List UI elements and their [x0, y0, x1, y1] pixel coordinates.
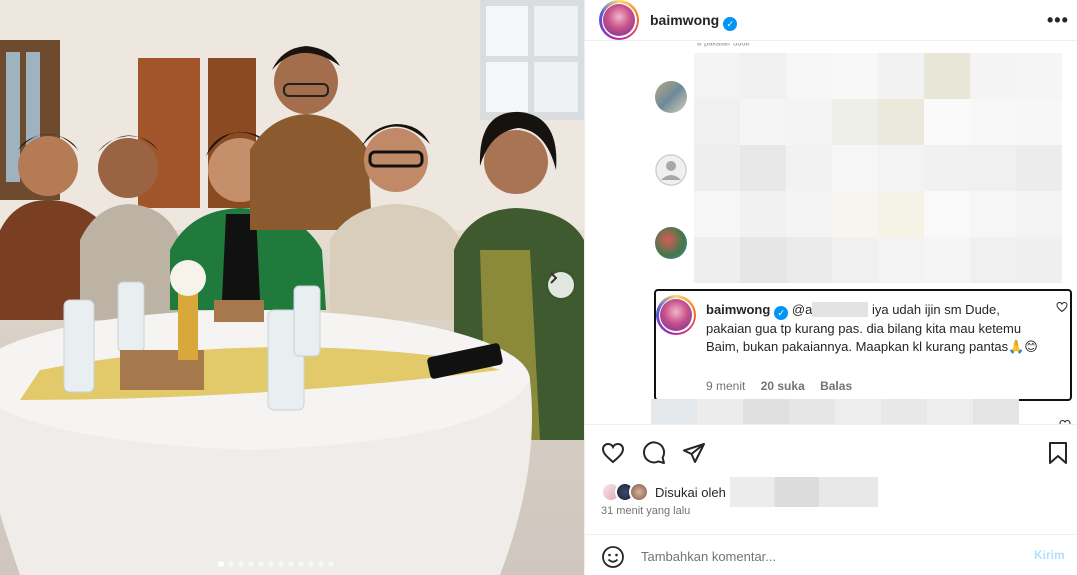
photo-illustration — [0, 0, 584, 575]
post-photo — [0, 0, 584, 575]
carousel-dot — [258, 561, 264, 567]
carousel-dot — [228, 561, 234, 567]
post-time[interactable]: 31 menit yang lalu — [601, 505, 690, 517]
verified-badge-icon: ✓ — [774, 306, 789, 320]
share-icon[interactable] — [682, 441, 706, 465]
highlighted-reply[interactable]: baimwong ✓ @a iya udah ijin sm Dude, paka… — [654, 289, 1072, 401]
reply-time: 9 menit — [706, 379, 746, 393]
commenter-avatar[interactable] — [655, 154, 687, 186]
commenter-avatar[interactable] — [655, 227, 687, 259]
emoji-icon[interactable] — [601, 545, 625, 569]
liked-by-blur — [729, 477, 878, 507]
liked-by-label: Disukai oleh — [655, 484, 726, 500]
liker-avatar[interactable] — [629, 482, 649, 502]
reply-meta: 9 menit 20 suka Balas — [706, 379, 864, 393]
verified-badge-icon: ✓ — [723, 17, 738, 31]
author-avatar[interactable] — [599, 0, 639, 40]
reply-username[interactable]: baimwong — [706, 302, 770, 317]
post-actions: Disukai oleh 31 menit yang lalu — [585, 424, 1077, 534]
reply-author-avatar[interactable] — [656, 295, 696, 335]
mention-blur — [812, 302, 869, 317]
comment-icon[interactable] — [642, 441, 666, 465]
carousel-dot — [218, 561, 224, 567]
commenter-avatar[interactable] — [655, 81, 687, 113]
save-bookmark-icon[interactable] — [1047, 441, 1069, 465]
carousel-dot — [238, 561, 244, 567]
chevron-right-icon — [550, 272, 558, 284]
carousel-dot — [288, 561, 294, 567]
post-header: baimwong ✓ ••• — [585, 0, 1077, 40]
add-comment-bar: Kirim — [585, 534, 1077, 575]
carousel-dot — [318, 561, 324, 567]
cut-off-comment-text: ᵃ ᵖᵃᵏᵃᶦᵃⁿ ᵈᵘᵈᵉ — [697, 43, 750, 50]
reply-button[interactable]: Balas — [820, 379, 852, 393]
post-sidebar: baimwong ✓ ••• ᵃ ᵖᵃᵏᵃᶦᵃⁿ ᵈᵘᵈᵉ baimwong ✓… — [584, 0, 1077, 575]
author-username[interactable]: baimwong ✓ — [650, 12, 738, 31]
reply-mention[interactable]: @a — [792, 302, 812, 317]
reply-body: baimwong ✓ @a iya udah ijin sm Dude, paka… — [706, 301, 1046, 356]
default-user-icon — [655, 154, 687, 186]
carousel-dot — [268, 561, 274, 567]
next-slide-button[interactable] — [548, 272, 574, 298]
post-comment-button[interactable]: Kirim — [1034, 548, 1065, 562]
carousel-indicator — [218, 561, 334, 567]
reply-likes[interactable]: 20 suka — [761, 379, 805, 393]
like-heart-icon[interactable] — [601, 441, 625, 465]
carousel-dot — [248, 561, 254, 567]
carousel-dot — [328, 561, 334, 567]
comment-input[interactable] — [641, 545, 1021, 567]
liked-by-row: Disukai oleh — [601, 477, 878, 507]
censored-comment-blur — [651, 399, 1019, 424]
censored-comments-blur — [694, 53, 1062, 283]
carousel-dot — [278, 561, 284, 567]
carousel-dot — [308, 561, 314, 567]
like-comment-heart-icon[interactable] — [1056, 301, 1068, 313]
comments-list[interactable]: ᵃ ᵖᵃᵏᵃᶦᵃⁿ ᵈᵘᵈᵉ baimwong ✓ @a iya udah ij… — [585, 40, 1077, 424]
more-options-icon[interactable]: ••• — [1047, 10, 1069, 31]
carousel-dot — [298, 561, 304, 567]
